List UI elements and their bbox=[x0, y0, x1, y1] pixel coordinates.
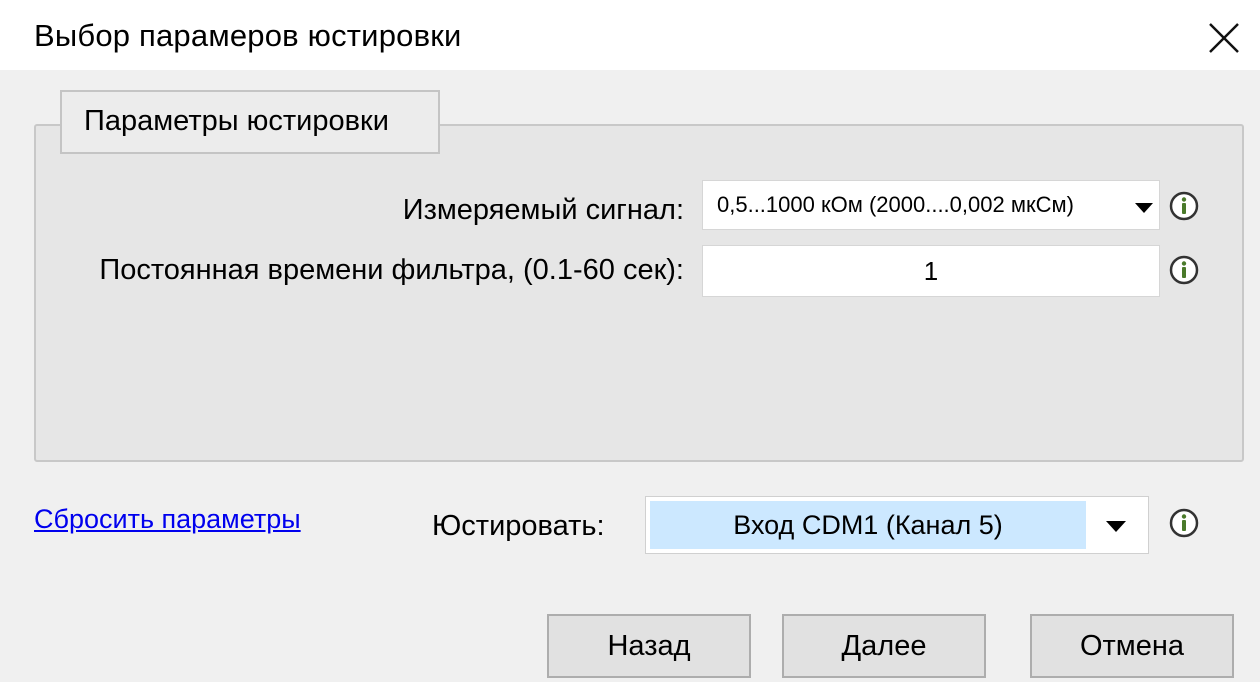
adjust-select-value: Вход CDM1 (Канал 5) bbox=[650, 501, 1086, 549]
info-icon[interactable] bbox=[1168, 507, 1200, 539]
info-icon[interactable] bbox=[1168, 254, 1200, 286]
filter-label: Постоянная времени фильтра, (0.1-60 сек)… bbox=[99, 254, 684, 286]
dialog-title: Выбор парамеров юстировки bbox=[34, 18, 462, 53]
next-button[interactable]: Далее bbox=[782, 614, 986, 678]
group-caption: Параметры юстировки bbox=[60, 90, 440, 154]
signal-select-value: 0,5...1000 кОм (2000....0,002 мкСм) bbox=[717, 192, 1074, 217]
chevron-down-icon bbox=[1135, 203, 1153, 213]
info-icon[interactable] bbox=[1168, 190, 1200, 222]
dialog-titlebar: Выбор парамеров юстировки bbox=[0, 0, 1260, 70]
back-button[interactable]: Назад bbox=[547, 614, 751, 678]
cancel-button[interactable]: Отмена bbox=[1030, 614, 1234, 678]
signal-select[interactable]: 0,5...1000 кОм (2000....0,002 мкСм) bbox=[702, 180, 1160, 230]
close-icon[interactable] bbox=[1206, 20, 1242, 56]
dialog-body: Параметры юстировки Измеряемый сигнал: 0… bbox=[0, 70, 1260, 682]
filter-time-input[interactable]: 1 bbox=[702, 245, 1160, 297]
signal-label: Измеряемый сигнал: bbox=[402, 194, 684, 226]
reset-params-link[interactable]: Сбросить параметры bbox=[34, 504, 301, 535]
adjust-label: Юстировать: bbox=[432, 510, 605, 542]
adjust-select[interactable]: Вход CDM1 (Канал 5) bbox=[645, 496, 1149, 554]
chevron-down-icon bbox=[1106, 521, 1126, 532]
